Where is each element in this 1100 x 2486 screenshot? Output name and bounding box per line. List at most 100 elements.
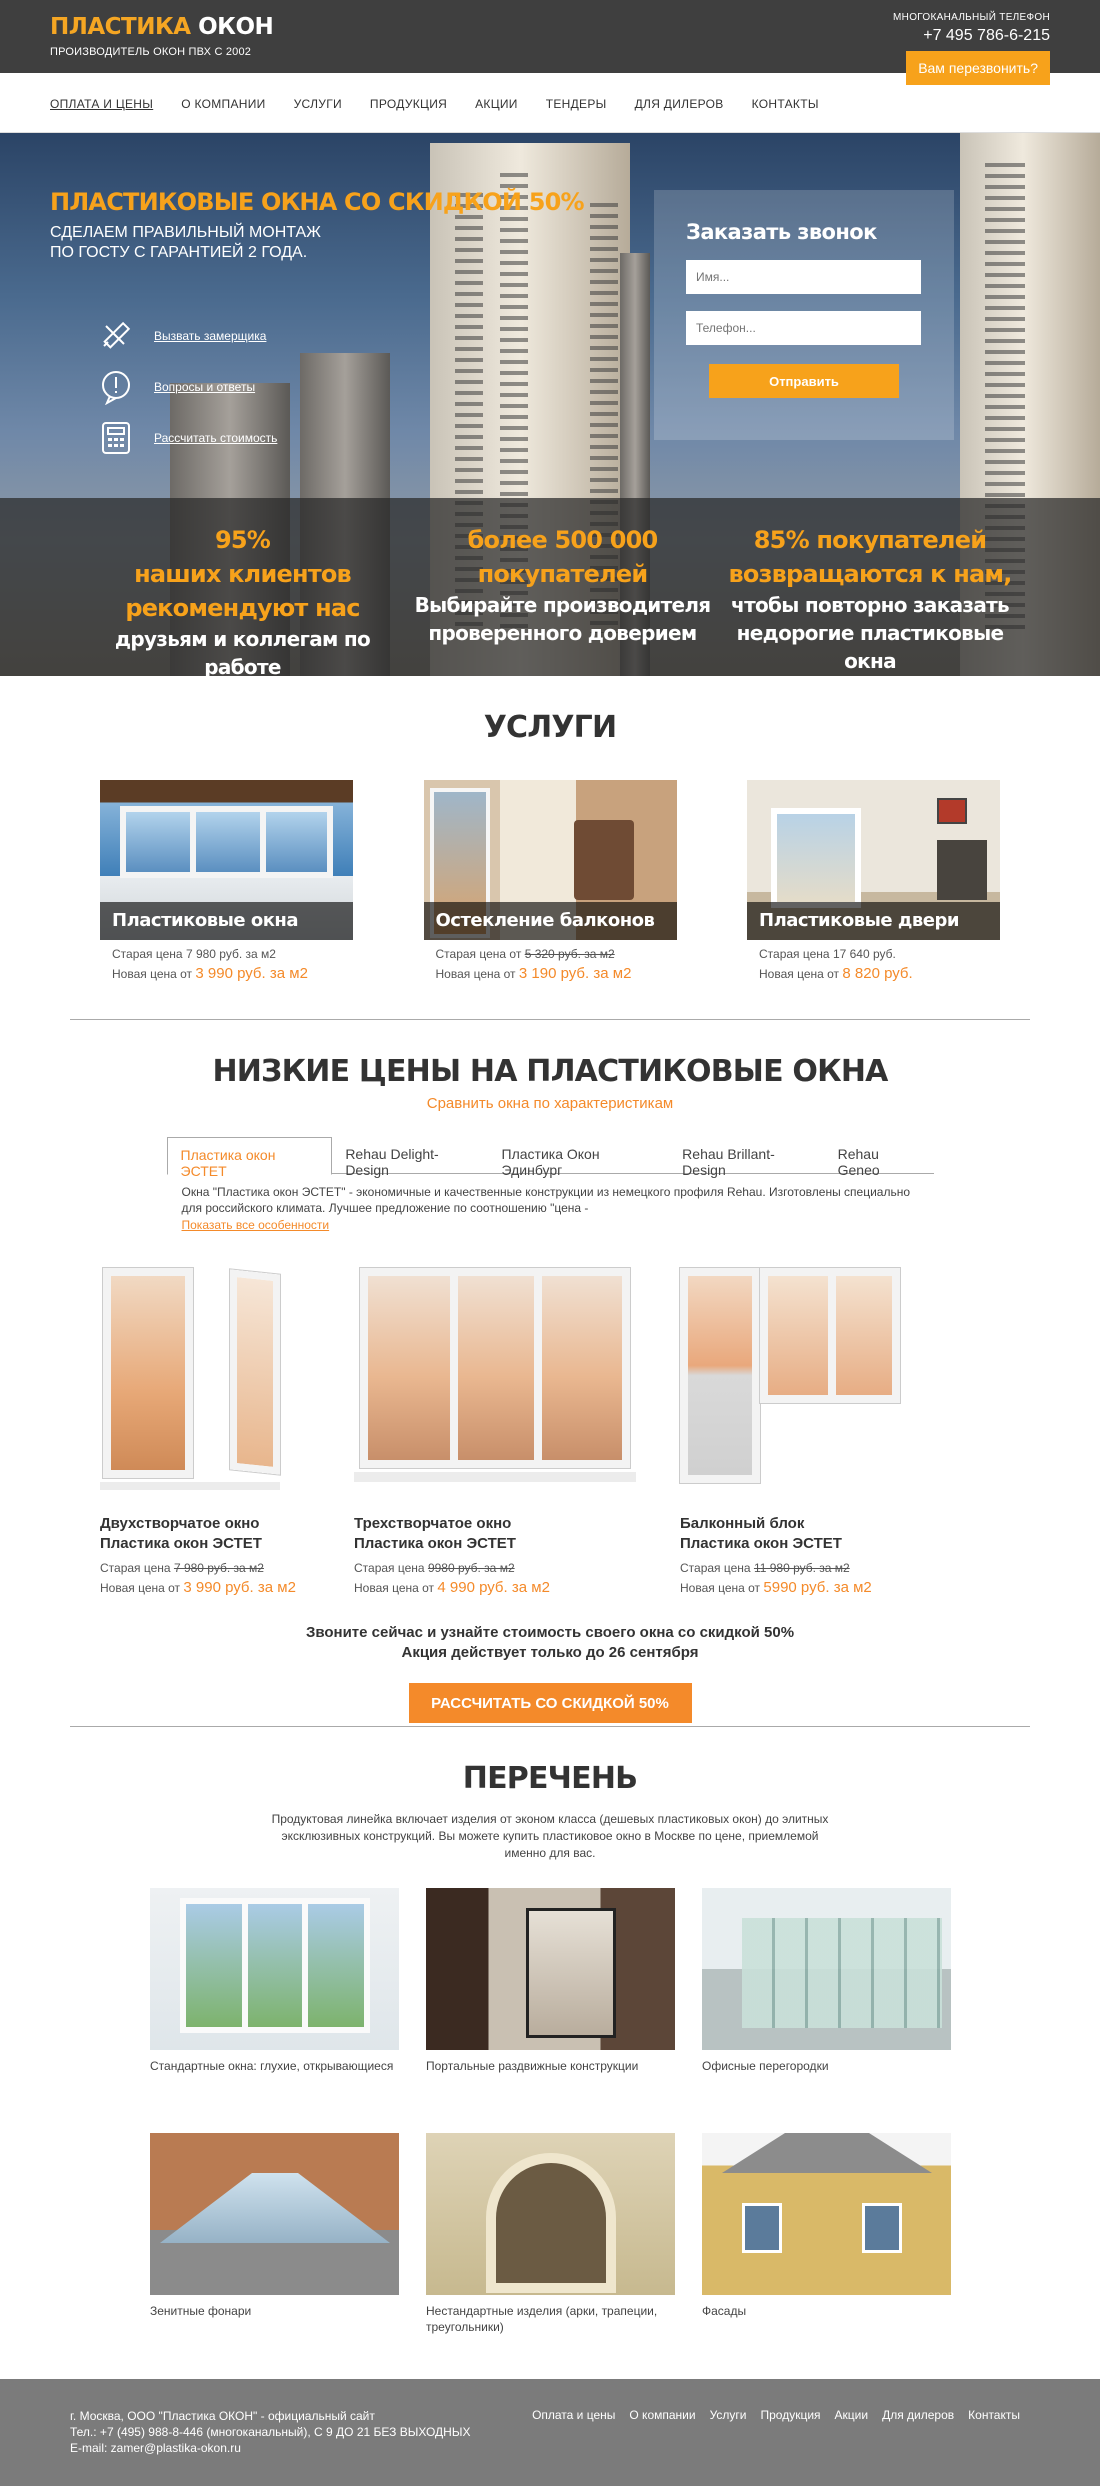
- services-section: УСЛУГИ Пластиковые окна Старая цена 7 98…: [0, 676, 1100, 1019]
- old-price-value: 9980 руб. за м2: [427, 1561, 515, 1575]
- tab-rehau-brillant[interactable]: Rehau Brillant-Design: [669, 1137, 824, 1178]
- promo-line: Акция действует только до 26 сентября: [401, 1644, 699, 1661]
- hero-banner: ПЛАСТИКОВЫЕ ОКНА СО СКИДКОЙ 50% СДЕЛАЕМ …: [0, 133, 1100, 676]
- tab-estet[interactable]: Пластика окон ЭСТЕТ: [166, 1137, 333, 1179]
- logo-title: ПЛАСТИКА ОКОН: [50, 14, 274, 40]
- catalog-item[interactable]: Нестандартные изделия (арки, трапеции, т…: [426, 2133, 675, 2378]
- product-name-line: Пластика окон ЭСТЕТ: [100, 1535, 262, 1552]
- catalog-item[interactable]: Фасады: [702, 2133, 951, 2378]
- footer-phone: Тел.: +7 (495) 988-8-446 (многоканальный…: [70, 2425, 471, 2439]
- nav-item-services[interactable]: УСЛУГИ: [294, 97, 342, 111]
- catalog-item[interactable]: Зенитные фонари: [150, 2133, 399, 2378]
- stat-headline: возвращаются к нам,: [728, 560, 1012, 588]
- footer-nav-company[interactable]: О компании: [629, 2408, 695, 2422]
- hero-link-measure[interactable]: Вызвать замерщика: [98, 311, 277, 361]
- catalog-image: [150, 2133, 399, 2295]
- stat-headline: наших клиентов: [134, 560, 352, 588]
- catalog-caption: Фасады: [702, 2304, 747, 2318]
- product-card[interactable]: Двухстворчатое окно Пластика окон ЭСТЕТ …: [100, 1268, 354, 1596]
- new-price-value: 3 190 руб. за м2: [518, 965, 632, 982]
- stat-block: 85% покупателей возвращаются к нам, чтоб…: [710, 523, 1030, 675]
- service-card[interactable]: Остекление балконов Старая цена от 5 320…: [423, 780, 677, 982]
- new-price-label: Новая цена от: [435, 967, 516, 981]
- new-price-label: Новая цена от: [100, 1581, 181, 1595]
- stat-block: более 500 000 покупателей Выбирайте прои…: [410, 523, 715, 647]
- stats-bar: 95% наших клиентов рекомендуют нас друзь…: [0, 498, 1100, 676]
- promo-text: Звоните сейчас и узнайте стоимость своег…: [0, 1623, 1100, 1663]
- phone-input[interactable]: [686, 311, 921, 345]
- product-card[interactable]: Трехстворчатое окно Пластика окон ЭСТЕТ …: [354, 1268, 680, 1596]
- new-price: Новая цена от 3 990 руб. за м2: [112, 965, 353, 982]
- footer-email[interactable]: E-mail: zamer@plastika-okon.ru: [70, 2440, 470, 2456]
- footer-nav-contacts[interactable]: Контакты: [968, 2408, 1020, 2422]
- catalog-image: [426, 2133, 675, 2295]
- catalog-item[interactable]: Стандартные окна: глухие, открывающиеся: [150, 1888, 399, 2133]
- old-price-value: 5 320 руб. за м2: [524, 947, 615, 961]
- name-input[interactable]: [686, 260, 921, 294]
- old-price-label: Старая цена: [759, 947, 830, 961]
- old-price: Старая цена 17 640 руб.: [759, 947, 1000, 961]
- service-card[interactable]: Пластиковые окна Старая цена 7 980 руб. …: [100, 780, 353, 982]
- footer-nav-dealers[interactable]: Для дилеров: [882, 2408, 954, 2422]
- footer-nav-services[interactable]: Услуги: [710, 2408, 747, 2422]
- top-header: ПЛАСТИКА ОКОН ПРОИЗВОДИТЕЛЬ ОКОН ПВХ С 2…: [0, 0, 1100, 85]
- nav-item-tenders[interactable]: ТЕНДЕРЫ: [546, 97, 607, 111]
- stat-headline: 85% покупателей: [753, 526, 987, 554]
- new-price-label: Новая цена от: [354, 1581, 435, 1595]
- stat-headline: более 500 000: [467, 526, 659, 554]
- calculate-discount-button[interactable]: РАССЧИТАТЬ СО СКИДКОЙ 50%: [408, 1683, 692, 1723]
- hero-links: Вызвать замерщика Вопросы и ответы Рассч…: [98, 311, 277, 464]
- nav-item-dealers[interactable]: ДЛЯ ДИЛЕРОВ: [635, 97, 724, 111]
- hero-link-calculate[interactable]: Рассчитать стоимость: [98, 413, 277, 463]
- old-price-label: Старая цена: [354, 1561, 425, 1575]
- old-price: Старая цена 7 980 руб. за м2: [112, 947, 353, 961]
- site-footer: г. Москва, ООО "Пластика ОКОН" - официал…: [0, 2379, 1100, 2486]
- new-price: Новая цена от 5990 руб. за м2: [680, 1579, 1000, 1596]
- old-price-label: Старая цена: [100, 1561, 171, 1575]
- nav-item-company[interactable]: О КОМПАНИИ: [181, 97, 265, 111]
- callback-form-title: Заказать звонок: [686, 220, 877, 244]
- new-price-value: 4 990 руб. за м2: [437, 1579, 550, 1596]
- old-price-value: 11 980 руб. за м2: [753, 1561, 850, 1575]
- old-price: Старая цена 9980 руб. за м2: [354, 1561, 680, 1575]
- old-price-value: 7 980 руб. за м2: [185, 947, 276, 961]
- question-bubble-icon: [98, 369, 134, 405]
- show-features-link[interactable]: Показать все особенности: [182, 1218, 919, 1232]
- hero-subtitle: СДЕЛАЕМ ПРАВИЛЬНЫЙ МОНТАЖ ПО ГОСТУ С ГАР…: [50, 223, 321, 263]
- tab-rehau-geneo[interactable]: Rehau Geneo: [825, 1137, 934, 1178]
- product-name: Трехстворчатое окно Пластика окон ЭСТЕТ: [354, 1514, 680, 1554]
- nav-item-contacts[interactable]: КОНТАКТЫ: [752, 97, 819, 111]
- nav-item-promotions[interactable]: АКЦИИ: [475, 97, 518, 111]
- new-price-value: 3 990 руб. за м2: [183, 1579, 296, 1596]
- new-price-label: Новая цена от: [112, 967, 193, 981]
- footer-nav-payment[interactable]: Оплата и цены: [532, 2408, 615, 2422]
- tab-rehau-delight[interactable]: Rehau Delight-Design: [332, 1137, 488, 1178]
- old-price-value: 7 980 руб. за м2: [173, 1561, 264, 1575]
- product-card[interactable]: Балконный блок Пластика окон ЭСТЕТ Стара…: [680, 1268, 1000, 1596]
- catalog-item[interactable]: Портальные раздвижные конструкции: [426, 1888, 675, 2133]
- footer-nav-promotions[interactable]: Акции: [835, 2408, 869, 2422]
- compare-link[interactable]: Сравнить окна по характеристикам: [0, 1095, 1100, 1112]
- logo[interactable]: ПЛАСТИКА ОКОН ПРОИЗВОДИТЕЛЬ ОКОН ПВХ С 2…: [50, 14, 274, 58]
- callback-form: Заказать звонок Отправить: [654, 190, 954, 440]
- catalog-item[interactable]: Офисные перегородки: [702, 1888, 951, 2133]
- old-price-label: Старая цена: [680, 1561, 751, 1575]
- prices-title: НИЗКИЕ ЦЕНЫ НА ПЛАСТИКОВЫЕ ОКНА: [212, 1054, 888, 1089]
- hero-link-faq[interactable]: Вопросы и ответы: [98, 362, 277, 412]
- nav-item-products[interactable]: ПРОДУКЦИЯ: [370, 97, 447, 111]
- product-name-line: Пластика окон ЭСТЕТ: [680, 1535, 842, 1552]
- ruler-pencil-icon: [98, 318, 134, 354]
- tab-edinburgh[interactable]: Пластика Окон Эдинбург: [489, 1137, 670, 1178]
- service-card[interactable]: Пластиковые двери Старая цена 17 640 руб…: [747, 780, 1000, 982]
- new-price-value: 5990 руб. за м2: [763, 1579, 872, 1596]
- new-price: Новая цена от 3 190 руб. за м2: [436, 965, 677, 982]
- new-price-label: Новая цена от: [680, 1581, 761, 1595]
- catalog-caption: Стандартные окна: глухие, открывающиеся: [150, 2059, 394, 2073]
- footer-nav-products[interactable]: Продукция: [760, 2408, 820, 2422]
- product-image-balcony-block: [680, 1268, 900, 1498]
- submit-button[interactable]: Отправить: [709, 364, 899, 398]
- catalog-image: [150, 1888, 399, 2050]
- nav-item-payment[interactable]: ОПЛАТА И ЦЕНЫ: [50, 97, 153, 111]
- phone-number[interactable]: +7 495 786-6-215: [893, 27, 1050, 45]
- old-price: Старая цена от 5 320 руб. за м2: [436, 947, 677, 961]
